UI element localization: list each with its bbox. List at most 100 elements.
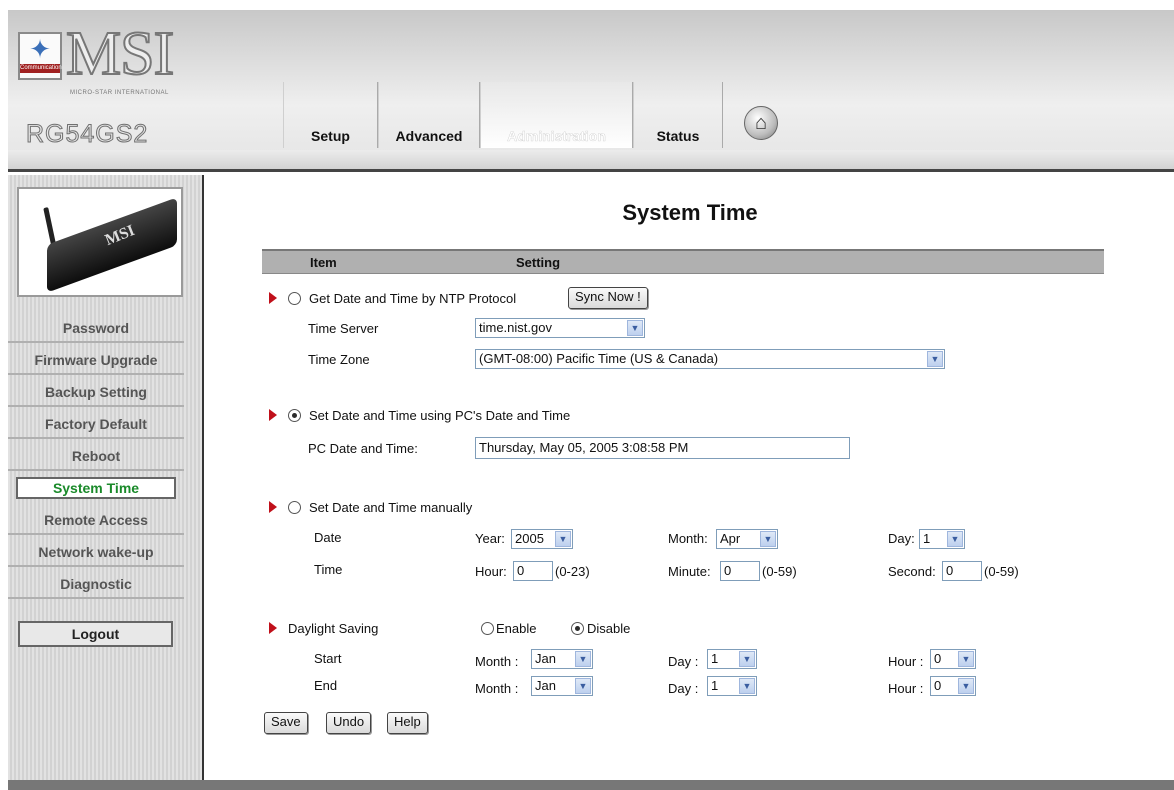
month-value: Apr — [720, 531, 741, 546]
tab-status[interactable]: Status — [633, 82, 723, 148]
ntp-radio[interactable] — [288, 292, 301, 305]
sidebar-item-remote-access[interactable]: Remote Access — [8, 505, 184, 535]
time-server-select[interactable]: time.nist.gov ▼ — [475, 318, 645, 338]
time-label: Time — [314, 562, 343, 577]
chevron-down-icon: ▼ — [760, 531, 776, 547]
month-select[interactable]: Apr ▼ — [716, 529, 778, 549]
help-button[interactable]: Help — [387, 712, 428, 734]
start-hour-value: 0 — [934, 651, 942, 666]
brand-subtitle: MICRO-STAR INTERNATIONAL — [70, 90, 169, 96]
tab-label: Setup — [311, 128, 350, 144]
start-hour-select[interactable]: 0 ▼ — [930, 649, 976, 669]
time-server-label: Time Server — [308, 321, 379, 336]
home-icon[interactable]: ⌂ — [744, 106, 778, 140]
tab-setup[interactable]: Setup — [283, 82, 378, 148]
hour-label: Hour: — [475, 564, 507, 579]
start-day-select[interactable]: 1 ▼ — [707, 649, 757, 669]
arrow-icon — [269, 622, 277, 634]
time-zone-label: Time Zone — [308, 352, 370, 367]
logout-button[interactable]: Logout — [18, 621, 173, 647]
end-hour-select[interactable]: 0 ▼ — [930, 676, 976, 696]
day-select[interactable]: 1 ▼ — [919, 529, 965, 549]
chevron-down-icon: ▼ — [739, 651, 755, 667]
router-image: MSI — [17, 187, 183, 297]
dst-disable-label: Disable — [587, 621, 631, 636]
tab-administration[interactable]: Administration — [480, 82, 633, 148]
time-zone-select[interactable]: (GMT-08:00) Pacific Time (US & Canada) ▼ — [475, 349, 945, 369]
sidebar: MSI Password Firmware Upgrade Backup Set… — [8, 175, 204, 780]
footer-bar — [8, 780, 1174, 790]
hour-input[interactable]: 0 — [513, 561, 553, 581]
day-label: Day: — [888, 531, 915, 546]
dst-enable-label: Enable — [496, 621, 537, 636]
sidebar-item-factory-default[interactable]: Factory Default — [8, 409, 184, 439]
sidebar-item-password[interactable]: Password — [8, 313, 184, 343]
second-range: (0-59) — [984, 564, 1019, 579]
end-day-select[interactable]: 1 ▼ — [707, 676, 757, 696]
sidebar-item-diagnostic[interactable]: Diagnostic — [8, 569, 184, 599]
tab-advanced[interactable]: Advanced — [378, 82, 480, 148]
end-day-label: Day : — [668, 681, 699, 696]
sidebar-item-firmware-upgrade[interactable]: Firmware Upgrade — [8, 345, 184, 375]
pc-date-time-label: PC Date and Time: — [308, 441, 418, 456]
end-month-select[interactable]: Jan ▼ — [531, 676, 593, 696]
end-hour-value: 0 — [934, 678, 942, 693]
column-setting: Setting — [516, 255, 561, 270]
minute-label: Minute: — [668, 564, 711, 579]
pc-time-label: Set Date and Time using PC's Date and Ti… — [309, 408, 571, 423]
header: ✦ Communication MSI MICRO-STAR INTERNATI… — [8, 10, 1174, 170]
pc-date-time-field[interactable]: Thursday, May 05, 2005 3:08:58 PM — [475, 437, 850, 459]
dst-start-label: Start — [314, 651, 342, 666]
day-value: 1 — [923, 531, 931, 546]
start-month-select[interactable]: Jan ▼ — [531, 649, 593, 669]
dst-disable-radio[interactable] — [571, 622, 584, 635]
time-server-value: time.nist.gov — [479, 320, 552, 335]
year-value: 2005 — [515, 531, 544, 546]
sidebar-item-system-time[interactable]: System Time — [16, 477, 176, 499]
end-day-value: 1 — [711, 678, 719, 693]
minute-range: (0-59) — [762, 564, 797, 579]
arrow-icon — [269, 501, 277, 513]
arrow-icon — [269, 292, 277, 304]
dst-end-label: End — [314, 678, 338, 693]
start-month-value: Jan — [535, 651, 556, 666]
start-hour-label: Hour : — [888, 654, 924, 669]
manual-time-radio[interactable] — [288, 501, 301, 514]
logo-emblem: ✦ — [29, 34, 51, 64]
chevron-down-icon: ▼ — [958, 678, 974, 694]
chevron-down-icon: ▼ — [927, 351, 943, 367]
end-month-label: Month : — [475, 681, 519, 696]
second-label: Second: — [888, 564, 936, 579]
minute-input[interactable]: 0 — [720, 561, 760, 581]
chevron-down-icon: ▼ — [739, 678, 755, 694]
chevron-down-icon: ▼ — [958, 651, 974, 667]
date-label: Date — [314, 530, 342, 545]
sidebar-item-reboot[interactable]: Reboot — [8, 441, 184, 471]
brand-logo: MSI — [65, 20, 175, 88]
sync-now-button[interactable]: Sync Now ! — [568, 287, 648, 309]
manual-time-label: Set Date and Time manually — [309, 500, 473, 515]
month-label: Month: — [668, 531, 708, 546]
undo-button[interactable]: Undo — [326, 712, 372, 734]
year-select[interactable]: 2005 ▼ — [511, 529, 573, 549]
second-input[interactable]: 0 — [942, 561, 982, 581]
chevron-down-icon: ▼ — [575, 678, 591, 694]
pc-time-radio[interactable] — [288, 409, 301, 422]
start-day-value: 1 — [711, 651, 719, 666]
start-day-label: Day : — [668, 654, 699, 669]
tab-label: Advanced — [395, 128, 463, 144]
save-button[interactable]: Save — [264, 712, 308, 734]
header-band — [8, 150, 1174, 172]
column-item: Item — [310, 255, 337, 270]
tab-label: Status — [656, 128, 700, 144]
hour-range: (0-23) — [555, 564, 590, 579]
table-header: Item Setting — [262, 249, 1104, 274]
sidebar-item-backup-setting[interactable]: Backup Setting — [8, 377, 184, 407]
dst-enable-radio[interactable] — [481, 622, 494, 635]
year-label: Year: — [475, 531, 505, 546]
router-admin-page: ✦ Communication MSI MICRO-STAR INTERNATI… — [0, 0, 1174, 790]
sidebar-item-network-wake-up[interactable]: Network wake-up — [8, 537, 184, 567]
end-hour-label: Hour : — [888, 681, 924, 696]
start-month-label: Month : — [475, 654, 519, 669]
tab-label: Administration — [507, 128, 606, 144]
